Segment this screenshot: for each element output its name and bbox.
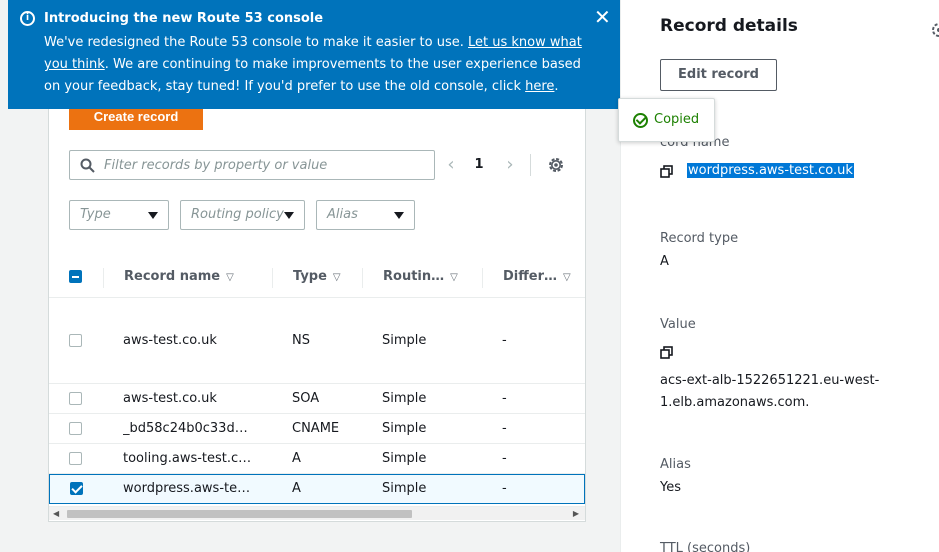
differentiator-cell: - — [502, 391, 507, 406]
copy-icon[interactable] — [660, 165, 674, 179]
main-content: Create record ‹ 1 › Type Routing policy … — [0, 0, 620, 552]
previous-page-button[interactable]: ‹ — [443, 154, 459, 176]
record-name-value: wordpress.aws-test.co.uk — [687, 163, 854, 178]
routing-cell: Simple — [382, 333, 427, 348]
search-box[interactable] — [69, 150, 435, 180]
type-cell: NS — [292, 333, 310, 348]
horizontal-scrollbar[interactable]: ◀ ▶ — [49, 506, 585, 520]
pagination-divider — [530, 154, 531, 176]
select-all-checkbox[interactable] — [69, 270, 82, 283]
type-cell: CNAME — [292, 421, 340, 436]
routing-cell: Simple — [382, 391, 427, 406]
scroll-right-icon[interactable]: ▶ — [573, 509, 579, 518]
routing-filter-label: Routing policy — [191, 207, 284, 222]
record-name-cell: tooling.aws-test.c… — [123, 451, 252, 466]
table-row[interactable]: tooling.aws-test.c… A Simple - — [49, 444, 585, 474]
column-divider — [482, 268, 483, 288]
column-header-type[interactable]: Type ▽ — [293, 256, 341, 298]
differentiator-cell: - — [502, 451, 507, 466]
info-icon: i — [20, 11, 35, 26]
routing-cell: Simple — [382, 421, 427, 436]
copy-icon[interactable] — [660, 346, 674, 360]
sort-icon: ▽ — [450, 272, 458, 283]
search-input[interactable] — [104, 155, 424, 175]
value-line-2: 1.elb.amazonaws.com. — [660, 395, 810, 410]
column-label: Differ… — [503, 269, 558, 284]
routing-policy-filter-select[interactable]: Routing policy — [180, 200, 305, 230]
ttl-label: TTL (seconds) — [660, 541, 751, 552]
routing-cell: Simple — [382, 451, 427, 466]
column-label: Record name — [124, 269, 221, 284]
banner-text: . — [554, 79, 559, 94]
table-header: Record name ▽ Type ▽ Routin… ▽ Differ… ▽ — [49, 256, 585, 298]
scrollbar-thumb[interactable] — [67, 510, 412, 518]
differentiator-cell: - — [502, 481, 507, 496]
close-icon[interactable]: ✕ — [594, 7, 611, 27]
record-name-cell: aws-test.co.uk — [123, 333, 217, 348]
row-checkbox[interactable] — [69, 452, 82, 465]
sort-icon: ▽ — [226, 272, 234, 283]
search-icon — [80, 158, 95, 173]
column-divider — [362, 268, 363, 288]
column-header-routing[interactable]: Routin… ▽ — [383, 256, 458, 298]
alias-filter-label: Alias — [327, 207, 358, 222]
banner-title: Introducing the new Route 53 console — [44, 11, 324, 26]
next-page-button[interactable]: › — [502, 154, 518, 176]
type-cell: A — [292, 451, 301, 466]
row-checkbox-checked[interactable] — [70, 482, 83, 495]
table-row[interactable]: _bd58c24b0c33d… CNAME Simple - — [49, 414, 585, 444]
column-label: Type — [293, 269, 327, 284]
sort-icon: ▽ — [563, 272, 571, 283]
page-number[interactable]: 1 — [472, 155, 486, 175]
record-name-cell: aws-test.co.uk — [123, 391, 217, 406]
alias-label: Alias — [660, 457, 691, 472]
column-header-differentiator[interactable]: Differ… ▽ — [503, 256, 571, 298]
gear-icon[interactable] — [547, 156, 565, 174]
alias-value: Yes — [660, 480, 681, 495]
record-type-value: A — [660, 254, 669, 269]
record-type-label: Record type — [660, 231, 739, 246]
banner-text: . We are continuing to make improvements… — [44, 57, 581, 94]
panel-title: Record details — [660, 16, 798, 36]
record-name-cell: _bd58c24b0c33d… — [123, 421, 248, 436]
copied-popover: Copied — [618, 98, 715, 142]
record-name-cell: wordpress.aws-te… — [123, 481, 251, 496]
column-divider — [272, 268, 273, 288]
banner-body: We've redesigned the Route 53 console to… — [44, 32, 584, 98]
type-cell: A — [292, 481, 301, 496]
row-checkbox[interactable] — [69, 422, 82, 435]
type-filter-label: Type — [80, 207, 111, 222]
column-divider — [103, 268, 104, 288]
banner-text: We've redesigned the Route 53 console to… — [44, 35, 469, 50]
column-header-record-name[interactable]: Record name ▽ — [124, 256, 234, 298]
old-console-link[interactable]: here — [525, 79, 554, 94]
copied-text: Copied — [654, 112, 700, 127]
type-filter-select[interactable]: Type — [69, 200, 169, 230]
value-label: Value — [660, 317, 696, 332]
differentiator-cell: - — [502, 421, 507, 436]
table-row[interactable]: aws-test.co.uk NS Simple - — [49, 298, 585, 384]
gear-icon[interactable] — [929, 20, 939, 40]
value-line-1: acs-ext-alb-1522651221.eu-west- — [660, 373, 880, 388]
row-checkbox[interactable] — [69, 392, 82, 405]
alias-filter-select[interactable]: Alias — [316, 200, 415, 230]
column-label: Routin… — [383, 269, 445, 284]
differentiator-cell: - — [502, 333, 507, 348]
edit-record-button[interactable]: Edit record — [660, 59, 777, 91]
caret-down-icon — [394, 212, 404, 219]
routing-cell: Simple — [382, 481, 427, 496]
row-checkbox[interactable] — [69, 334, 82, 347]
table-row[interactable]: aws-test.co.uk SOA Simple - — [49, 384, 585, 414]
caret-down-icon — [284, 212, 294, 219]
sort-icon: ▽ — [332, 272, 341, 283]
scroll-left-icon[interactable]: ◀ — [53, 509, 59, 518]
table-row-selected[interactable]: wordpress.aws-te… A Simple - — [49, 474, 585, 504]
record-details-panel: Record details Edit record cord name wor… — [620, 0, 939, 552]
type-cell: SOA — [292, 391, 320, 406]
caret-down-icon — [148, 212, 158, 219]
new-console-banner: i Introducing the new Route 53 console W… — [8, 0, 620, 109]
check-circle-icon — [633, 113, 648, 128]
